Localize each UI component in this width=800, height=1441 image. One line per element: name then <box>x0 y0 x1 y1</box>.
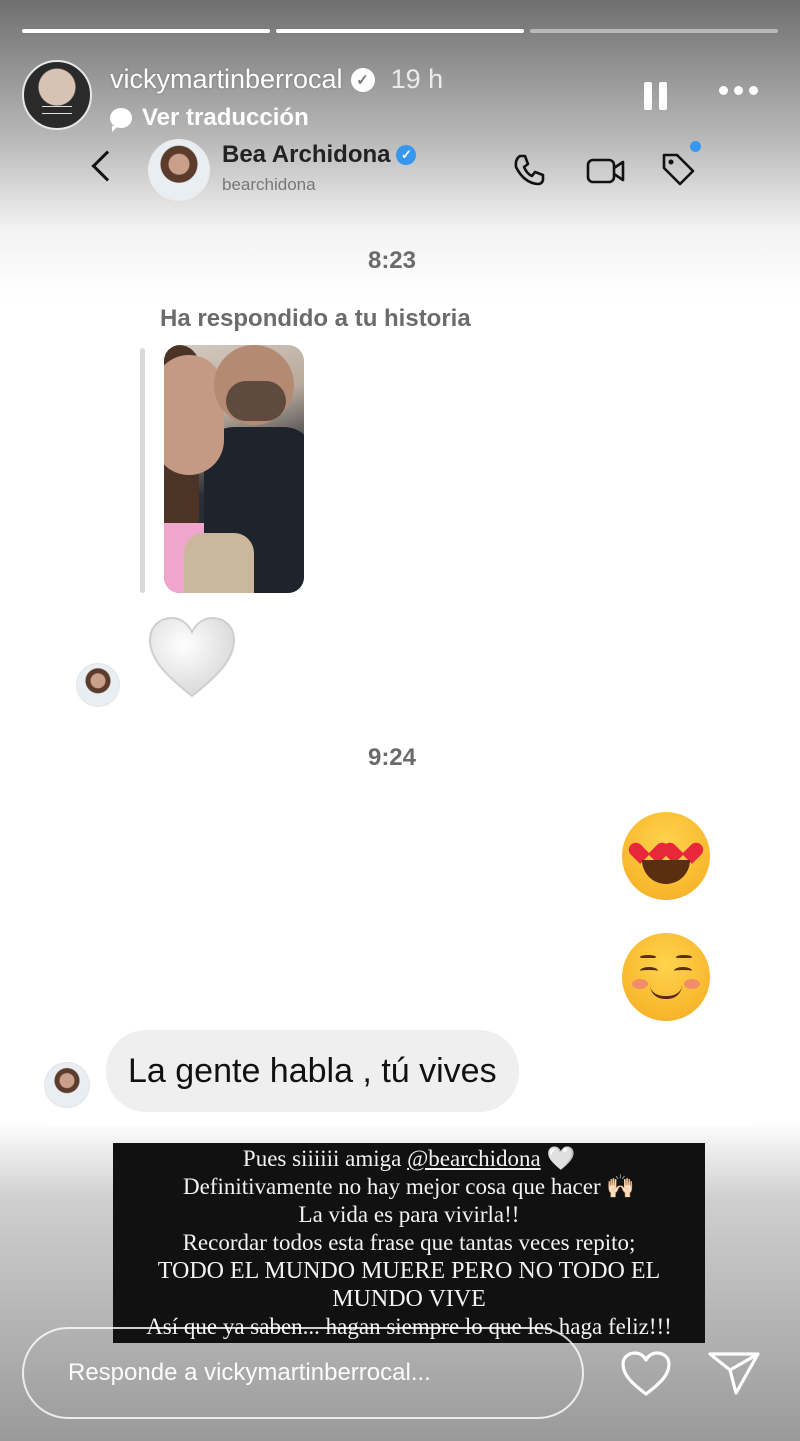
timestamp-separator: 9:24 <box>367 744 417 771</box>
replied-story-thumbnail <box>164 345 304 593</box>
notification-dot <box>690 141 701 152</box>
dm-contact-name: Bea Archidona <box>222 141 391 168</box>
sender-avatar <box>44 1062 90 1108</box>
more-options-icon[interactable] <box>719 86 758 95</box>
story-reply-note: Ha respondido a tu historia <box>160 305 471 332</box>
speech-bubble-icon <box>110 108 132 132</box>
story-reply-field[interactable] <box>22 1327 584 1419</box>
progress-segment <box>22 29 270 33</box>
heart-eyes-emoji <box>622 812 710 900</box>
message-bubble: La gente habla , tú vives <box>106 1030 519 1112</box>
reply-input[interactable] <box>68 1359 548 1387</box>
caption-line: La vida es para vivirla!! <box>298 1202 520 1227</box>
video-camera-icon <box>586 158 625 184</box>
verified-badge-icon: ✓ <box>350 67 375 92</box>
translate-label: Ver traducción <box>142 104 309 131</box>
caption-line: TODO EL MUNDO MUERE PERO NO TODO EL MUND… <box>157 1258 661 1312</box>
dm-screenshot: Bea Archidona ✓ bearchidona 8:23 Ha resp… <box>44 130 754 1126</box>
story-user-avatar[interactable] <box>22 60 92 130</box>
story-user-info: vickymartinberrocal ✓ 19 h <box>110 64 443 95</box>
dm-header: Bea Archidona ✓ bearchidona <box>91 135 712 205</box>
story-progress-bar <box>22 29 778 33</box>
timestamp-separator: 8:23 <box>367 247 417 274</box>
story-header: vickymartinberrocal ✓ 19 h Ver traducció… <box>22 56 778 136</box>
dm-contact-name-row: Bea Archidona ✓ <box>222 141 417 169</box>
translate-button[interactable]: Ver traducción <box>110 104 309 132</box>
verified-badge-icon: ✓ <box>396 145 417 165</box>
phone-icon <box>514 154 545 186</box>
back-arrow-icon <box>91 150 123 182</box>
caption-line: Recordar todos esta frase que tantas vec… <box>182 1230 636 1255</box>
story-username[interactable]: vickymartinberrocal <box>110 64 343 95</box>
story-caption: Pues siiiiii amiga @bearchidona 🤍 Defini… <box>113 1143 705 1343</box>
pause-icon[interactable] <box>644 82 668 110</box>
smiling-blush-emoji <box>622 933 710 1021</box>
progress-segment <box>276 29 524 33</box>
sender-avatar <box>76 663 120 707</box>
caption-mention[interactable]: @bearchidona <box>407 1146 541 1171</box>
progress-segment <box>530 29 778 33</box>
story-time: 19 h <box>390 64 444 94</box>
caption-line: Pues siiiiii amiga @bearchidona 🤍 <box>242 1146 576 1171</box>
dm-contact-avatar <box>148 139 210 201</box>
reply-quote-bar <box>140 348 145 593</box>
tag-icon <box>662 153 695 186</box>
caption-line: Definitivamente no hay mejor cosa que ha… <box>182 1174 636 1199</box>
white-heart-icon <box>148 616 236 698</box>
heart-icon[interactable] <box>620 1350 672 1398</box>
dm-contact-handle: bearchidona <box>222 175 316 194</box>
send-icon[interactable] <box>706 1350 762 1396</box>
message-row: La gente habla , tú vives <box>44 1022 754 1126</box>
